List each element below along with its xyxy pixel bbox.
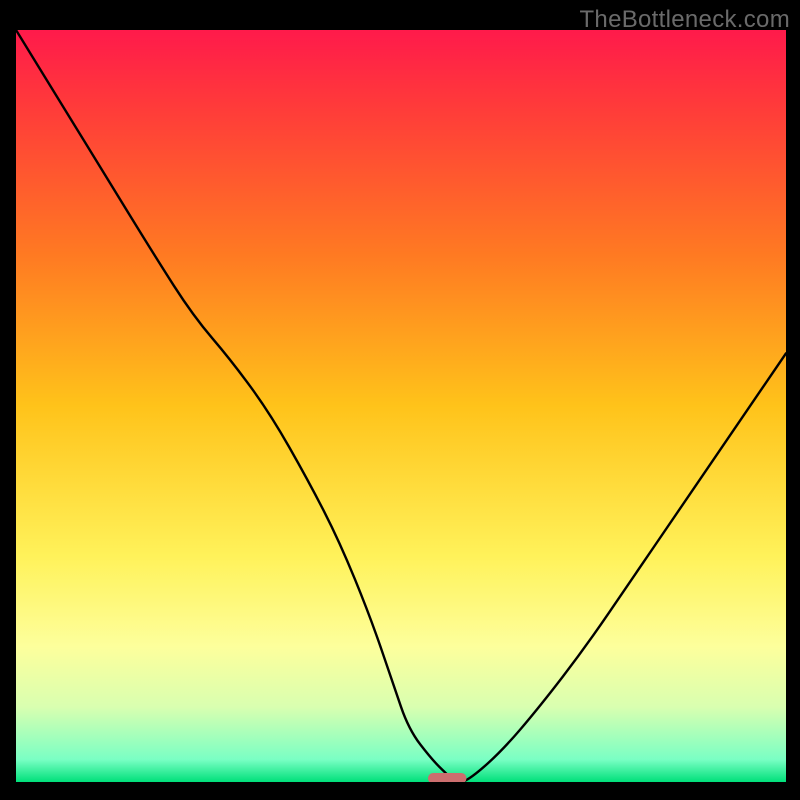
chart-frame: TheBottleneck.com xyxy=(0,0,800,800)
optimal-range-marker xyxy=(428,773,467,782)
attribution-label: TheBottleneck.com xyxy=(579,6,790,34)
plot-area xyxy=(16,30,786,782)
gradient-background xyxy=(16,30,786,782)
bottleneck-chart xyxy=(16,30,786,782)
